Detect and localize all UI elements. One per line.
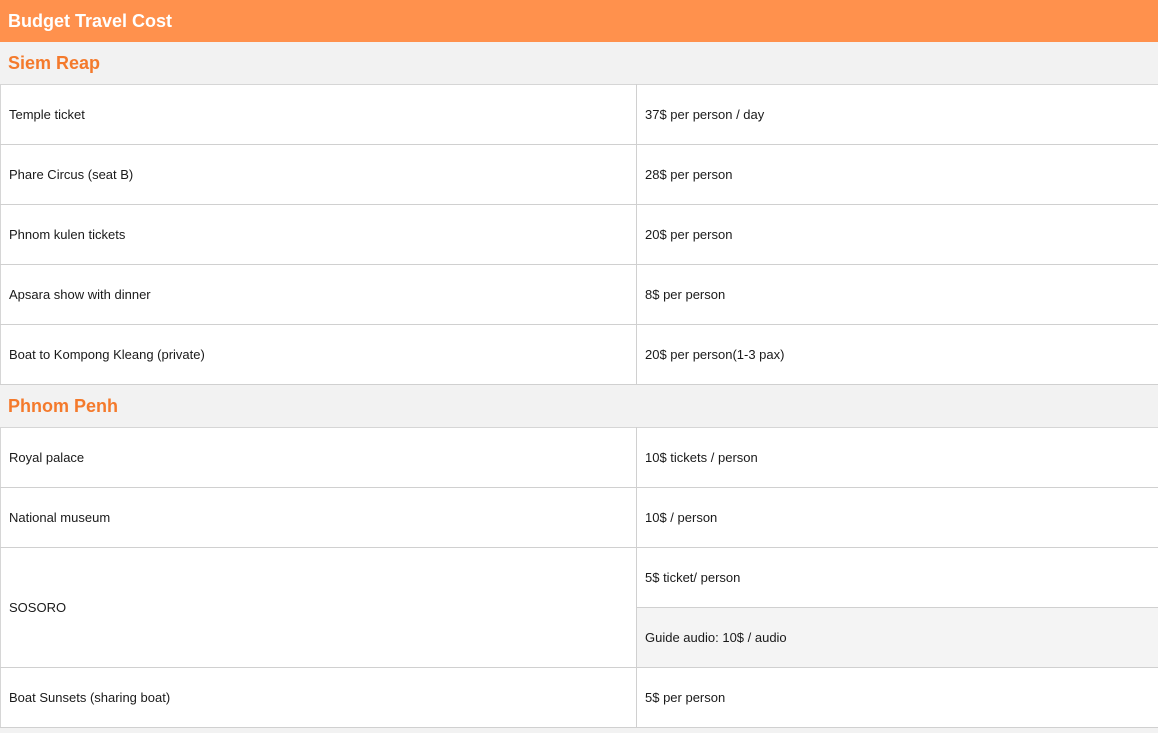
item-cost: 8$ per person (636, 264, 1158, 325)
section-header-siem-reap: Siem Reap (0, 42, 1158, 84)
table-row: Phnom kulen tickets 20$ per person (0, 204, 1158, 265)
item-name: Apsara show with dinner (0, 264, 637, 325)
item-name: Boat Sunsets (sharing boat) (0, 667, 637, 728)
item-cost: 28$ per person (636, 144, 1158, 205)
item-cost: 10$ / person (636, 487, 1158, 548)
item-cost: 10$ tickets / person (636, 427, 1158, 488)
item-name: Temple ticket (0, 84, 637, 145)
item-name: National museum (0, 487, 637, 548)
table-row: Apsara show with dinner 8$ per person (0, 264, 1158, 325)
table-row: Boat to Kompong Kleang (private) 20$ per… (0, 324, 1158, 385)
item-cost: 20$ per person(1-3 pax) (636, 324, 1158, 385)
siem-reap-cost-table: Temple ticket 37$ per person / day Phare… (0, 84, 1158, 385)
table-row: Temple ticket 37$ per person / day (0, 84, 1158, 145)
section-header-phnom-penh: Phnom Penh (0, 385, 1158, 427)
phnom-penh-cost-table: Royal palace 10$ tickets / person Nation… (0, 427, 1158, 728)
item-cost: 20$ per person (636, 204, 1158, 265)
item-name: Phnom kulen tickets (0, 204, 637, 265)
item-name: Phare Circus (seat B) (0, 144, 637, 205)
item-cost: 5$ per person (636, 667, 1158, 728)
item-name: SOSORO (0, 547, 637, 668)
table-row: Royal palace 10$ tickets / person (0, 427, 1158, 488)
item-name: Boat to Kompong Kleang (private) (0, 324, 637, 385)
item-cost: 37$ per person / day (636, 84, 1158, 145)
item-cost: 5$ ticket/ person (636, 547, 1158, 608)
table-row: Boat Sunsets (sharing boat) 5$ per perso… (0, 667, 1158, 728)
table-row: Phare Circus (seat B) 28$ per person (0, 144, 1158, 205)
item-extra-cost: Guide audio: 10$ / audio (636, 607, 1158, 668)
budget-travel-cost-page: Budget Travel Cost Siem Reap Temple tick… (0, 0, 1158, 733)
page-title: Budget Travel Cost (0, 0, 1158, 42)
item-name: Royal palace (0, 427, 637, 488)
table-row: SOSORO 5$ ticket/ person (0, 547, 1158, 668)
table-row: National museum 10$ / person (0, 487, 1158, 548)
